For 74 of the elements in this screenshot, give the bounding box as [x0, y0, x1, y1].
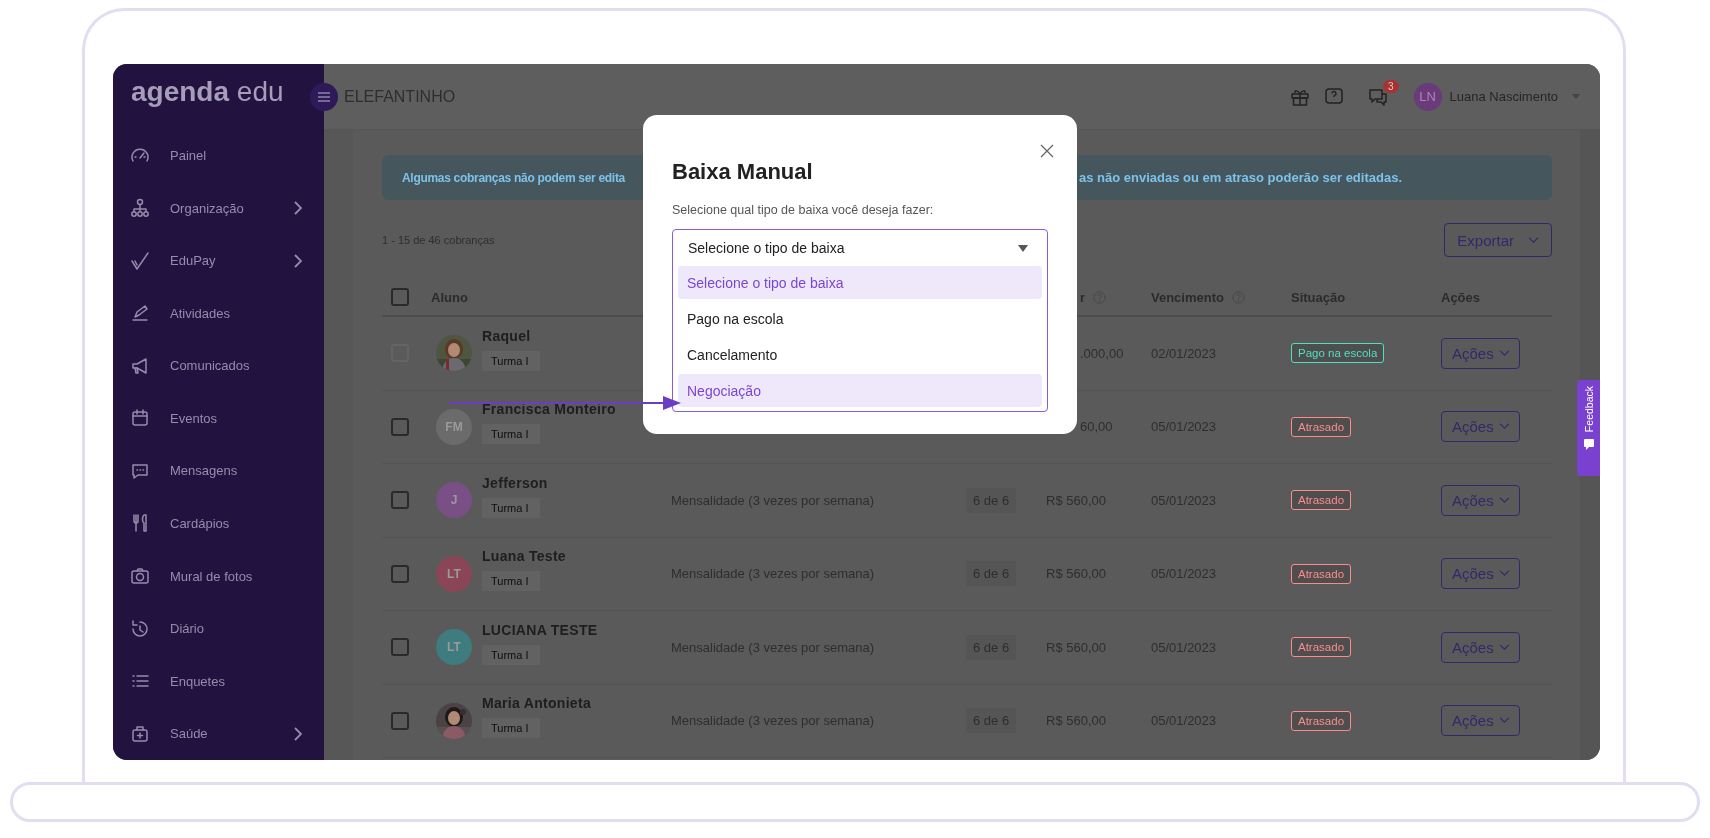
row-checkbox[interactable]: [391, 711, 409, 730]
select-option[interactable]: Cancelamento: [678, 338, 1042, 371]
notification-badge: 3: [1383, 79, 1399, 93]
close-button[interactable]: [1040, 144, 1054, 158]
chevron-right-icon: [294, 253, 302, 268]
chevron-down-icon: [1499, 643, 1510, 651]
row-checkbox[interactable]: [391, 638, 409, 657]
sidebar-item[interactable]: Cardápios: [113, 497, 324, 550]
select-option[interactable]: Pago na escola: [678, 302, 1042, 335]
chevron-down-icon: [1499, 570, 1510, 578]
status-tag: Atrasado: [1291, 637, 1352, 658]
sidebar-item[interactable]: Comunicados: [113, 339, 324, 393]
select-all-checkbox[interactable]: [391, 288, 409, 306]
status-tag: Atrasado: [1291, 710, 1352, 731]
chevron-right-icon: [294, 726, 302, 741]
row-checkbox[interactable]: [391, 564, 409, 583]
help-icon[interactable]: [1323, 86, 1344, 107]
feedback-tab[interactable]: Feedback: [1577, 380, 1600, 476]
sidebar-item[interactable]: Organização: [113, 181, 324, 235]
caret-icon[interactable]: [1572, 94, 1580, 99]
status-tag: Pago na escola: [1291, 343, 1385, 364]
student-name: Jefferson: [482, 474, 548, 491]
student-name: LUCIANA TESTE: [482, 621, 598, 638]
sidebar-item[interactable]: Painel: [113, 129, 324, 182]
megaphone-icon: [130, 355, 150, 376]
clock-icon: [130, 618, 150, 639]
select-value: Selecione o tipo de baixa: [688, 240, 845, 256]
student-name: Raquel: [482, 327, 531, 344]
student-name: Luana Teste: [482, 548, 566, 565]
menu-icon: [318, 91, 330, 102]
student-name: Francisca Monteiro: [482, 401, 616, 418]
sidebar-item[interactable]: Diário: [113, 602, 324, 655]
alert-text: Algumas cobranças não podem ser edita: [402, 170, 625, 185]
pencil-icon: [130, 303, 150, 324]
chevron-down-icon: [1499, 423, 1510, 431]
caret-icon: [1018, 244, 1028, 252]
logo[interactable]: agenda edu: [113, 64, 324, 130]
chat-icon: [1582, 438, 1595, 451]
sidebar-item[interactable]: Atividades: [113, 286, 324, 340]
status-tag: Atrasado: [1291, 563, 1352, 584]
camera-icon: [130, 566, 150, 586]
checkmark-icon: [130, 250, 150, 271]
select-option[interactable]: Negociação: [678, 374, 1042, 407]
medical-bag-icon: [130, 723, 150, 744]
initials-avatar: LT: [436, 629, 472, 666]
type-select[interactable]: Selecione o tipo de baixa Selecione o tipo de baixa Pago na escola Cancelamento Negociação: [672, 229, 1048, 412]
sidebar-item[interactable]: Enquetes: [113, 654, 324, 708]
chevron-down-icon: [1499, 349, 1510, 357]
dialog-title: Baixa Manual: [672, 159, 814, 185]
org-chart-icon: [130, 198, 150, 219]
status-tag: Atrasado: [1291, 490, 1352, 511]
chevron-down-icon: [1499, 496, 1510, 504]
chevron-right-icon: [294, 201, 302, 216]
initials-avatar: LT: [436, 555, 472, 592]
sidebar-item[interactable]: Saúde: [113, 707, 324, 760]
sidebar-item[interactable]: Mural de fotos: [113, 549, 324, 603]
row-checkbox[interactable]: [391, 491, 409, 510]
sidebar-item[interactable]: EduPay: [113, 234, 324, 287]
menu-button[interactable]: [310, 82, 338, 111]
chevron-down-icon: [1499, 717, 1510, 725]
chat-icon[interactable]: [1367, 86, 1388, 107]
initials-avatar: J: [436, 482, 472, 519]
dialog-prompt: Selecione qual tipo de baixa você deseja fazer:: [672, 203, 935, 217]
user-avatar[interactable]: LN: [1413, 82, 1442, 111]
select-option[interactable]: Selecione o tipo de baixa: [678, 266, 1042, 299]
calendar-icon: [130, 408, 150, 429]
sidebar-item[interactable]: Eventos: [113, 392, 324, 445]
sidebar-item[interactable]: Mensagens: [113, 444, 324, 498]
cutlery-icon: [130, 513, 150, 534]
status-tag: Atrasado: [1291, 416, 1352, 437]
chevron-down-icon: [1528, 236, 1539, 244]
alert-text: as não enviadas ou em atraso poderão ser editadas.: [1079, 170, 1402, 185]
row-checkbox[interactable]: [391, 417, 409, 436]
student-name: Maria Antonieta: [482, 695, 591, 712]
